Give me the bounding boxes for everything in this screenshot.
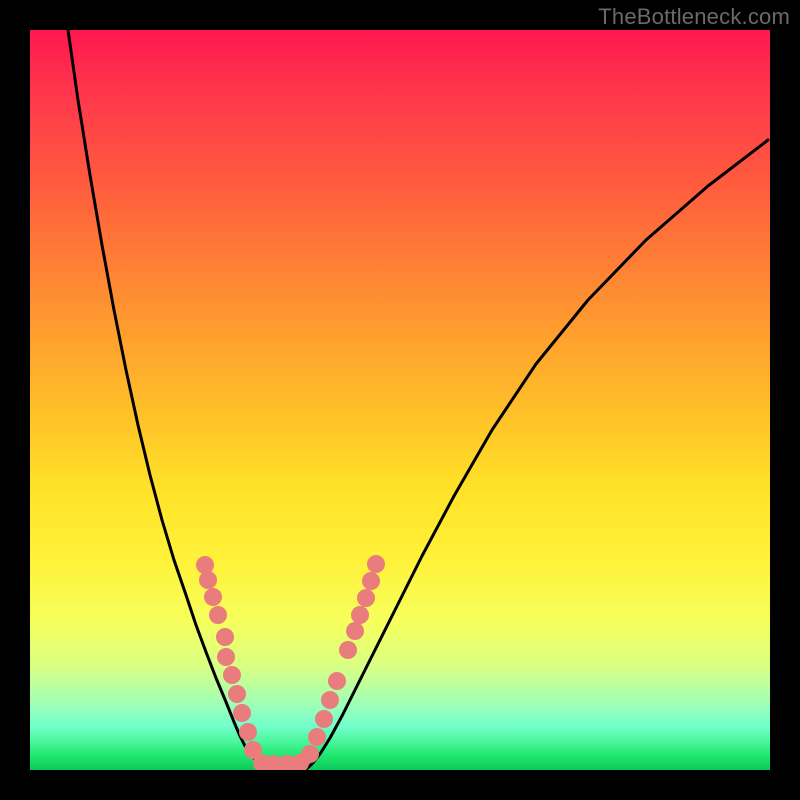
data-point bbox=[209, 606, 227, 624]
data-point bbox=[308, 728, 326, 746]
data-point bbox=[204, 588, 222, 606]
data-point bbox=[216, 628, 234, 646]
curve-layer bbox=[30, 30, 770, 770]
data-point bbox=[217, 648, 235, 666]
data-point bbox=[196, 556, 214, 574]
data-point bbox=[233, 704, 251, 722]
data-point bbox=[278, 755, 296, 770]
plot-area bbox=[30, 30, 770, 770]
data-point bbox=[301, 745, 319, 763]
data-point bbox=[315, 710, 333, 728]
marker-group bbox=[196, 555, 385, 770]
data-point bbox=[367, 555, 385, 573]
watermark-text: TheBottleneck.com bbox=[598, 4, 790, 30]
data-point bbox=[346, 622, 364, 640]
data-point bbox=[291, 754, 309, 770]
data-point bbox=[328, 672, 346, 690]
data-point bbox=[339, 641, 357, 659]
data-point bbox=[321, 691, 339, 709]
chart-frame: TheBottleneck.com bbox=[0, 0, 800, 800]
curve-group bbox=[68, 30, 768, 770]
data-point bbox=[362, 572, 380, 590]
data-point bbox=[357, 589, 375, 607]
data-point bbox=[253, 754, 271, 770]
data-point bbox=[228, 685, 246, 703]
data-point bbox=[199, 571, 217, 589]
data-point bbox=[223, 666, 241, 684]
data-point bbox=[265, 755, 283, 770]
data-point bbox=[351, 606, 369, 624]
bottleneck-curve bbox=[68, 30, 768, 770]
data-point bbox=[239, 723, 257, 741]
data-point bbox=[244, 741, 262, 759]
